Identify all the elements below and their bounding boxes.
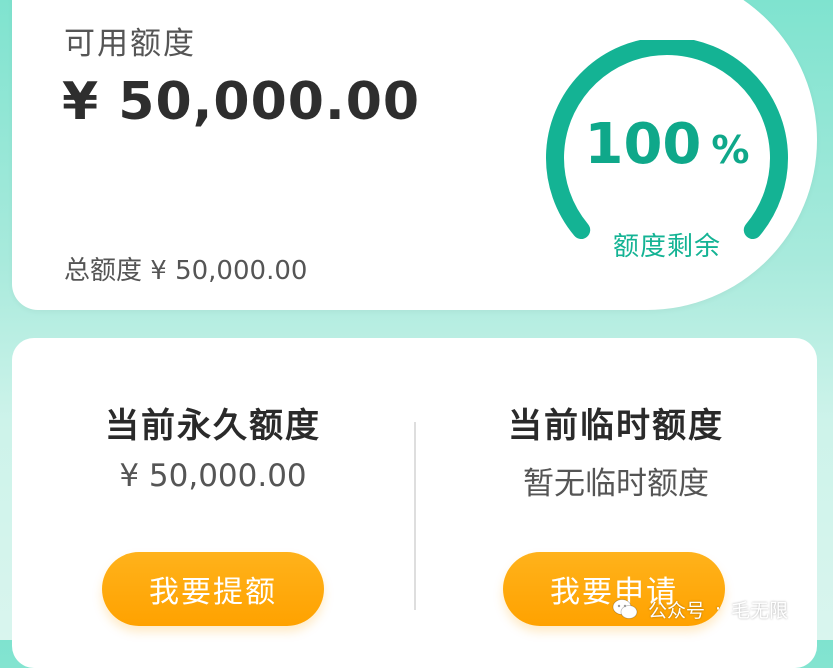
total-credit-label: 总额度	[64, 256, 143, 286]
permanent-quota-section: 当前永久额度 ¥ 50,000.00 我要提额	[12, 338, 414, 668]
gauge-unit: %	[711, 128, 750, 172]
watermark: 公众号 · 毛无限	[612, 594, 788, 624]
permanent-quota-title: 当前永久额度	[105, 406, 321, 446]
credit-remaining-gauge: 100% 额度剩余	[539, 40, 795, 262]
available-credit-label: 可用额度	[64, 26, 196, 62]
permanent-quota-value: ¥ 50,000.00	[119, 458, 307, 494]
wechat-icon	[612, 599, 638, 619]
watermark-author: 毛无限	[731, 599, 789, 622]
gauge-value: 100	[584, 112, 702, 177]
total-credit: 总额度 ¥ 50,000.00	[64, 250, 307, 287]
available-credit-amount: ¥ 50,000.00	[62, 72, 421, 132]
gauge-caption: 额度剩余	[612, 232, 721, 262]
temporary-quota-value: 暂无临时额度	[523, 466, 709, 502]
total-credit-amount: ¥ 50,000.00	[150, 256, 308, 286]
raise-limit-button[interactable]: 我要提额	[102, 552, 324, 626]
watermark-separator: ·	[715, 598, 722, 620]
credit-summary-card: 可用额度 ¥ 50,000.00 总额度 ¥ 50,000.00 100% 额度…	[12, 0, 817, 310]
watermark-source: 公众号	[648, 599, 706, 622]
temporary-quota-title: 当前临时额度	[508, 406, 724, 446]
gauge-percentage: 100%	[539, 112, 795, 177]
